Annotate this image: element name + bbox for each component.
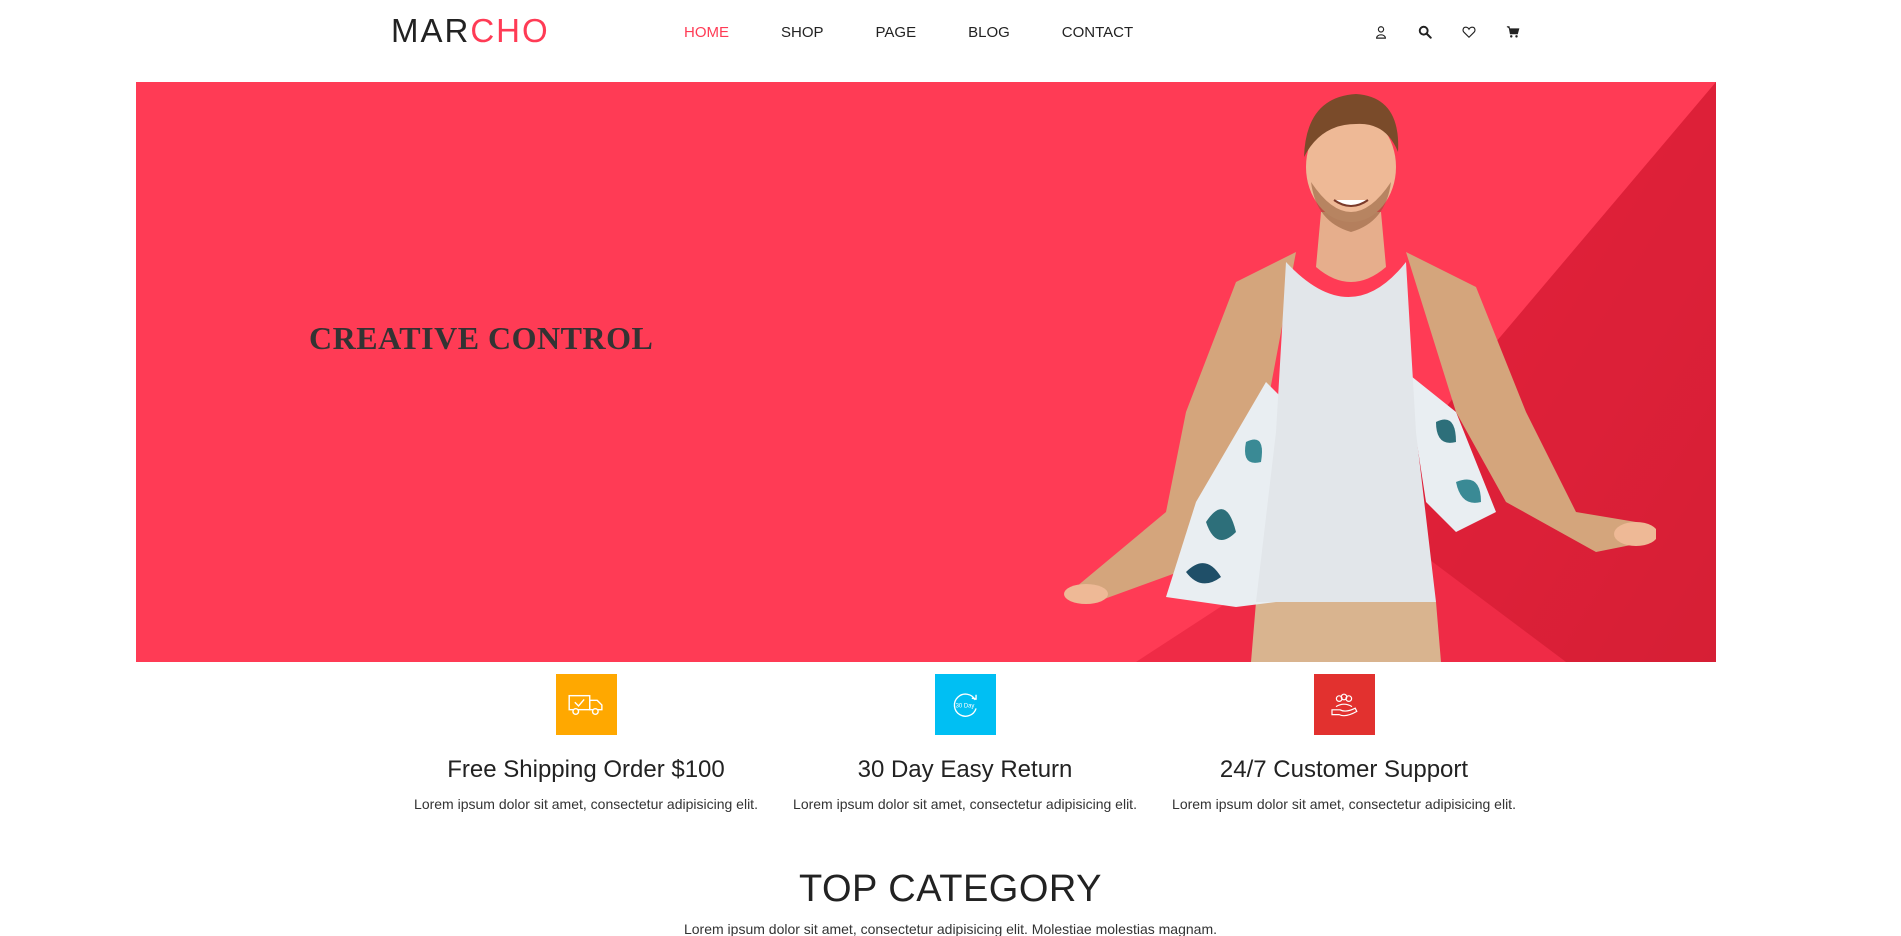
hero-banner: CREATIVE CONTROL (136, 82, 1716, 662)
site-header: MAR CHO HOME SHOP PAGE BLOG CONTACT (0, 0, 1901, 67)
nav-blog[interactable]: BLOG (968, 24, 1010, 41)
cart-icon[interactable] (1505, 24, 1521, 40)
support-hand-icon (1313, 674, 1375, 735)
top-category-text: Lorem ipsum dolor sit amet, consectetur … (683, 921, 1217, 936)
logo-part-dark: MAR (391, 12, 471, 49)
feature-support: 24/7 Customer Support Lorem ipsum dolor … (1154, 674, 1534, 812)
return-badge-text: 30 Day (956, 703, 975, 709)
feature-shipping-text: Lorem ipsum dolor sit amet, consectetur … (414, 796, 758, 812)
truck-icon (555, 674, 617, 735)
search-icon[interactable] (1417, 24, 1433, 40)
header-icons (1373, 24, 1521, 40)
top-category-title: TOP CATEGORY (798, 868, 1103, 910)
nav-page[interactable]: PAGE (876, 24, 917, 41)
nav-contact[interactable]: CONTACT (1062, 24, 1133, 41)
hero-title: CREATIVE CONTROL (309, 320, 654, 356)
top-category-section: TOP CATEGORY Lorem ipsum dolor sit amet,… (0, 868, 1901, 936)
nav-home[interactable]: HOME (684, 24, 729, 41)
feature-return: 30 Day 30 Day Easy Return Lorem ipsum do… (775, 674, 1155, 812)
user-icon[interactable] (1373, 24, 1389, 40)
hero-model-image (1064, 94, 1656, 662)
logo-part-accent: CHO (470, 12, 550, 49)
heart-icon[interactable] (1461, 24, 1477, 40)
feature-support-text: Lorem ipsum dolor sit amet, consectetur … (1172, 796, 1516, 812)
feature-shipping-title: Free Shipping Order $100 (447, 756, 725, 783)
feature-support-title: 24/7 Customer Support (1219, 756, 1469, 783)
main-nav: HOME SHOP PAGE BLOG CONTACT (684, 24, 1185, 41)
logo[interactable]: MAR CHO (391, 12, 550, 49)
return-30-icon: 30 Day (934, 674, 996, 735)
feature-shipping: Free Shipping Order $100 Lorem ipsum dol… (396, 674, 776, 812)
feature-return-text: Lorem ipsum dolor sit amet, consectetur … (793, 796, 1137, 812)
feature-return-title: 30 Day Easy Return (857, 756, 1073, 783)
nav-shop[interactable]: SHOP (781, 24, 824, 41)
